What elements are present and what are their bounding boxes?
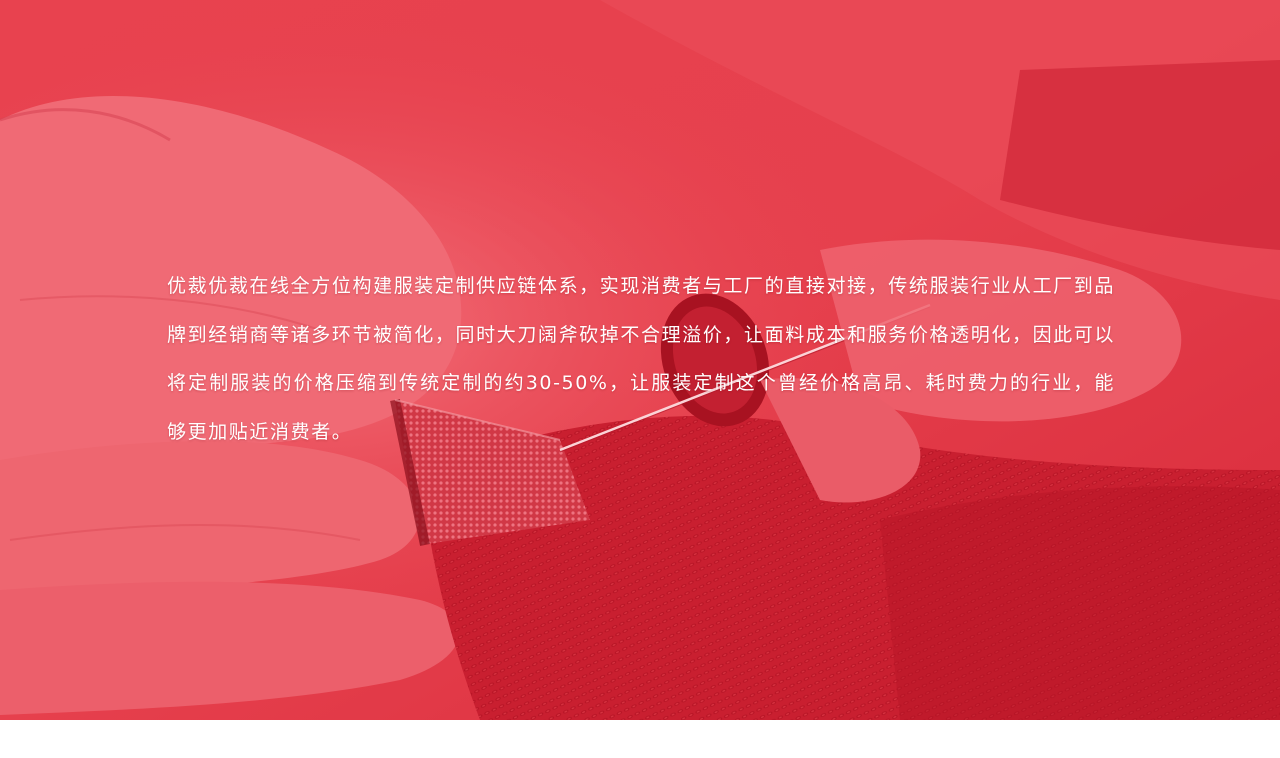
hero-description: 优裁优裁在线全方位构建服装定制供应链体系，实现消费者与工厂的直接对接，传统服装行…	[167, 275, 1115, 443]
page-bottom-area	[0, 720, 1280, 758]
hero-banner: 优裁优裁在线全方位构建服装定制供应链体系，实现消费者与工厂的直接对接，传统服装行…	[0, 0, 1280, 720]
